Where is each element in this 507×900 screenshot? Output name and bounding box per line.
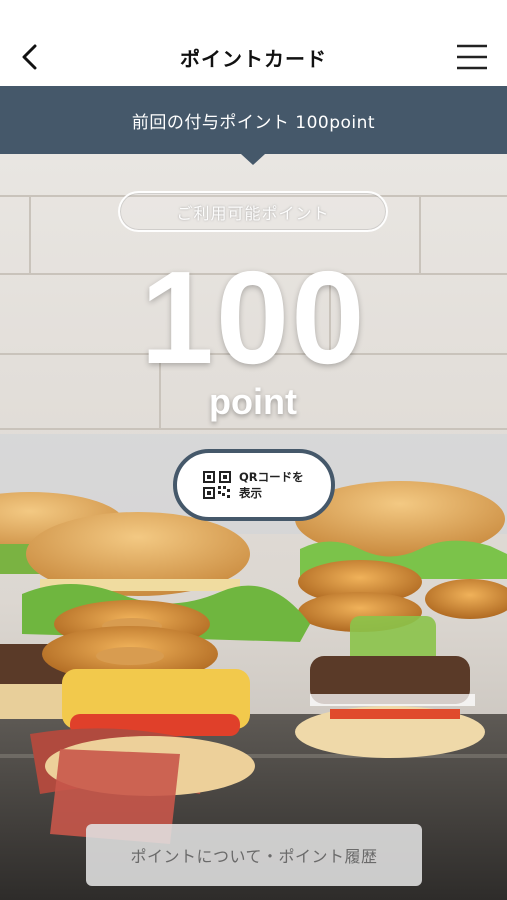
nav-bar: ポイントカード (0, 28, 507, 86)
points-history-button[interactable]: ポイントについて・ポイント履歴 (86, 824, 422, 886)
qr-button-line1: QRコードを (239, 470, 304, 484)
last-awarded-points-banner: 前回の付与ポイント 100point (0, 86, 507, 154)
banner-pointer (241, 154, 265, 165)
page-title: ポイントカード (180, 46, 327, 71)
show-qr-code-button[interactable]: QRコードを 表示 (173, 449, 335, 521)
hamburger-menu-icon (457, 44, 487, 70)
qr-button-line2: 表示 (239, 486, 262, 500)
points-history-label: ポイントについて・ポイント履歴 (130, 847, 378, 866)
point-card-screen: ポイントカード 前回の付与ポイント 100point ご利用可能ポイント 100… (0, 0, 507, 900)
chevron-left-icon (22, 44, 37, 70)
available-points-value: 100 (140, 243, 367, 391)
points-unit: point (209, 381, 297, 422)
menu-button[interactable] (455, 42, 489, 72)
back-button[interactable] (12, 40, 48, 74)
status-bar-area (0, 0, 507, 28)
qr-code-icon (203, 471, 231, 499)
banner-text: 前回の付与ポイント 100point (131, 112, 376, 133)
qr-button-label: QRコードを 表示 (239, 469, 319, 501)
available-points-label: ご利用可能ポイント (118, 191, 388, 232)
